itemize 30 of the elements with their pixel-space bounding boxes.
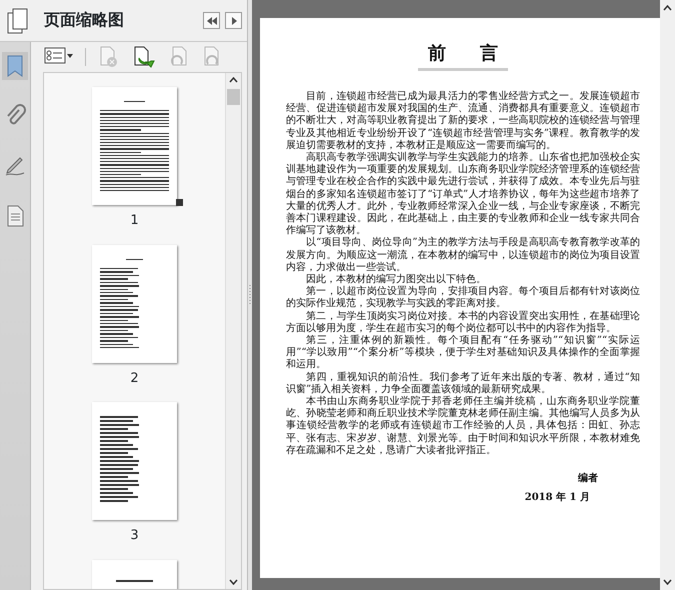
page-number: 1 (130, 212, 139, 230)
pages-icon (6, 6, 30, 34)
document-date: 2018 年 1 月 (524, 490, 590, 506)
page-thumbnail[interactable] (92, 244, 177, 362)
scroll-down-icon (229, 579, 238, 585)
scroll-down-icon (663, 579, 672, 585)
paragraph: 目前，连锁超市经营已成为最具活力的零售业经营方式之一。发展连锁超市经营、促进连锁超市发展对我国的生产、流通、消费都具有重要意义。连锁超市的不断壮大，对高等职业教育提出了新的要求，一些高职院校的连锁经营与管理专业及其他相近专业纷纷开设了“连锁超市经营管理与实务”课程。教育教学的发展迫切需要教材的支持，本教材正是顺应这一需要而编写的。 (286, 91, 640, 152)
paragraph: 第一，以超市岗位设置为导向，安排项目内容。每个项目后都有针对该岗位的实际作业规范，实现教学与实践的零距离对接。 (286, 286, 640, 310)
author-signature: 编者 (577, 472, 598, 486)
expand-panel-button[interactable] (225, 12, 242, 29)
page-number: 2 (130, 370, 139, 388)
collapse-panel-button[interactable] (203, 12, 220, 29)
panel-title: 页面缩略图 (44, 10, 125, 30)
paragraph: 本书由山东商务职业学院于邦香老师任主编并统稿，山东商务职业学院董屹、孙晓莹老师和商丘职业技术学院董克林老师任副主编。其他编写人员多为从事连锁经营教学的老师或有连锁超市工作经验的人员，具体包括：田虹、孙志平、张有志、宋岁岁、谢慧、刘景光等。由于时间和知识水平所限，本教材难免存在疏漏和不足之处，恳请广大读者批评指正。 (286, 396, 640, 458)
page-thumbnail[interactable] (92, 87, 177, 205)
paragraph: 因此，本教材的编写力图突出以下特色。 (305, 274, 487, 286)
page-thumbnail[interactable] (92, 402, 177, 520)
paragraph: 第四，重视知识的前沿性。我们参考了近年来出版的专著、教材，通过“知识窗”插入相关资料，力争全面覆盖该领域的最新研究成果。 (286, 372, 640, 396)
scroll-up-icon (663, 5, 672, 11)
scroll-up-icon (229, 77, 238, 83)
paragraph: 第三，注重体例的新颖性。每个项目配有“任务驱动”“知识窗”“实际运用”“学以致用”“个案分析”等模块，便于学生对基础知识及具体操作的全面掌握和运用。 (286, 335, 640, 372)
paragraph: 第二，与学生顶岗实习岗位对接。本书的内容设置突出实用性，在基础理论方面以够用为度，学生在超市实习的每个岗位都可以书中的内容作为指导。 (286, 310, 640, 334)
paragraph: 以“项目导向、岗位导向”为主的教学方法与手段是高职高专教育教学改革的发展方向。为顺应这一潮流，在本教材的编写中，以连锁超市的岗位为项目设置内容，力求做出一些尝试。 (286, 237, 640, 274)
double-left-arrow-icon (206, 16, 218, 26)
right-arrow-icon (230, 16, 238, 26)
bookmark-tab[interactable] (2, 52, 28, 80)
document-title: 前 言 (418, 40, 508, 71)
page-number: 3 (130, 527, 139, 545)
scrollbar-thumb[interactable] (227, 89, 240, 105)
paragraph: 高职高专教学强调实训教学与学生实践能力的培养。山东省也把加强校企实训基地建设作为一项重要的发展规划。山东商务职业学院经济管理系的连锁经营与管理专业在校企合作的实践中最先进行尝试，并获得了成效。本专业先后与驻烟台的多家知名连锁超市签订了“订单式”人才培养协议，每年为这些超市培养了大量的优秀人才。此外，专业教师经常深入企业一线，与企业专家座谈，不断完善本门课程建设。因此，在此基础上，由主要的专业教师和企业一线专家共同合作编写了该教材。 (286, 152, 640, 236)
